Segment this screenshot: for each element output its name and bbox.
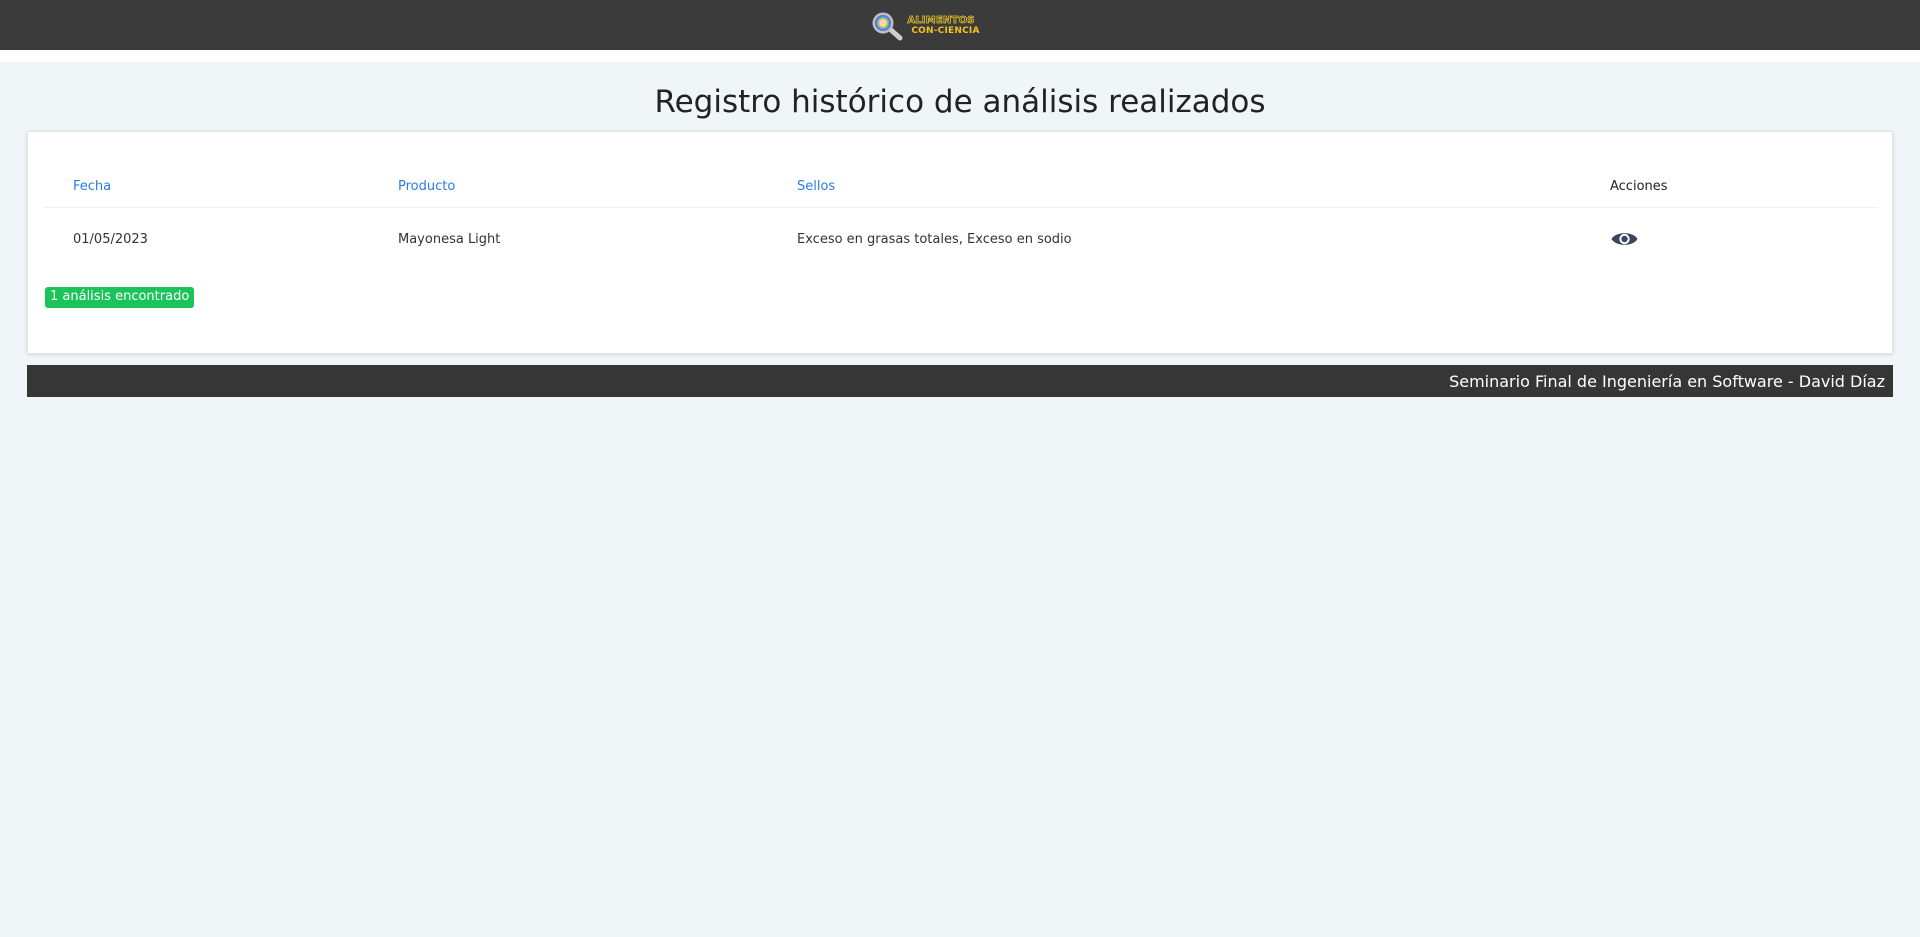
page-footer: Seminario Final de Ingeniería en Softwar… (27, 365, 1893, 397)
page-title: Registro histórico de análisis realizado… (654, 84, 1266, 120)
cell-fecha: 01/05/2023 (73, 231, 148, 247)
header-spacer (0, 50, 1920, 62)
view-analysis-button[interactable] (1609, 228, 1639, 250)
table-row: 01/05/2023 Mayonesa Light Exceso en gras… (44, 208, 1878, 270)
app-logo[interactable]: ALIMENTOS CON-CIENCIA (870, 11, 979, 41)
column-header-acciones: Acciones (1610, 179, 1668, 194)
top-navbar: ALIMENTOS CON-CIENCIA (0, 0, 1920, 50)
footer-text: Seminario Final de Ingeniería en Softwar… (1449, 371, 1885, 391)
analysis-table: Fecha Producto Sellos Acciones 01/05/202… (44, 166, 1878, 270)
cell-acciones (1610, 208, 1639, 270)
logo-text-line2: CON-CIENCIA (911, 26, 980, 36)
magnifier-icon (870, 11, 904, 41)
eye-icon (1611, 233, 1637, 245)
column-header-fecha[interactable]: Fecha (73, 166, 111, 207)
column-header-producto[interactable]: Producto (398, 166, 455, 207)
logo-text-line1: ALIMENTOS (907, 15, 975, 26)
cell-sellos: Exceso en grasas totales, Exceso en sodi… (797, 231, 1072, 247)
cell-producto: Mayonesa Light (398, 231, 501, 247)
results-count-badge: 1 análisis encontrado (45, 287, 195, 308)
analysis-history-card: Fecha Producto Sellos Acciones 01/05/202… (27, 131, 1893, 354)
column-header-sellos[interactable]: Sellos (797, 166, 835, 207)
table-header: Fecha Producto Sellos Acciones (44, 166, 1878, 208)
